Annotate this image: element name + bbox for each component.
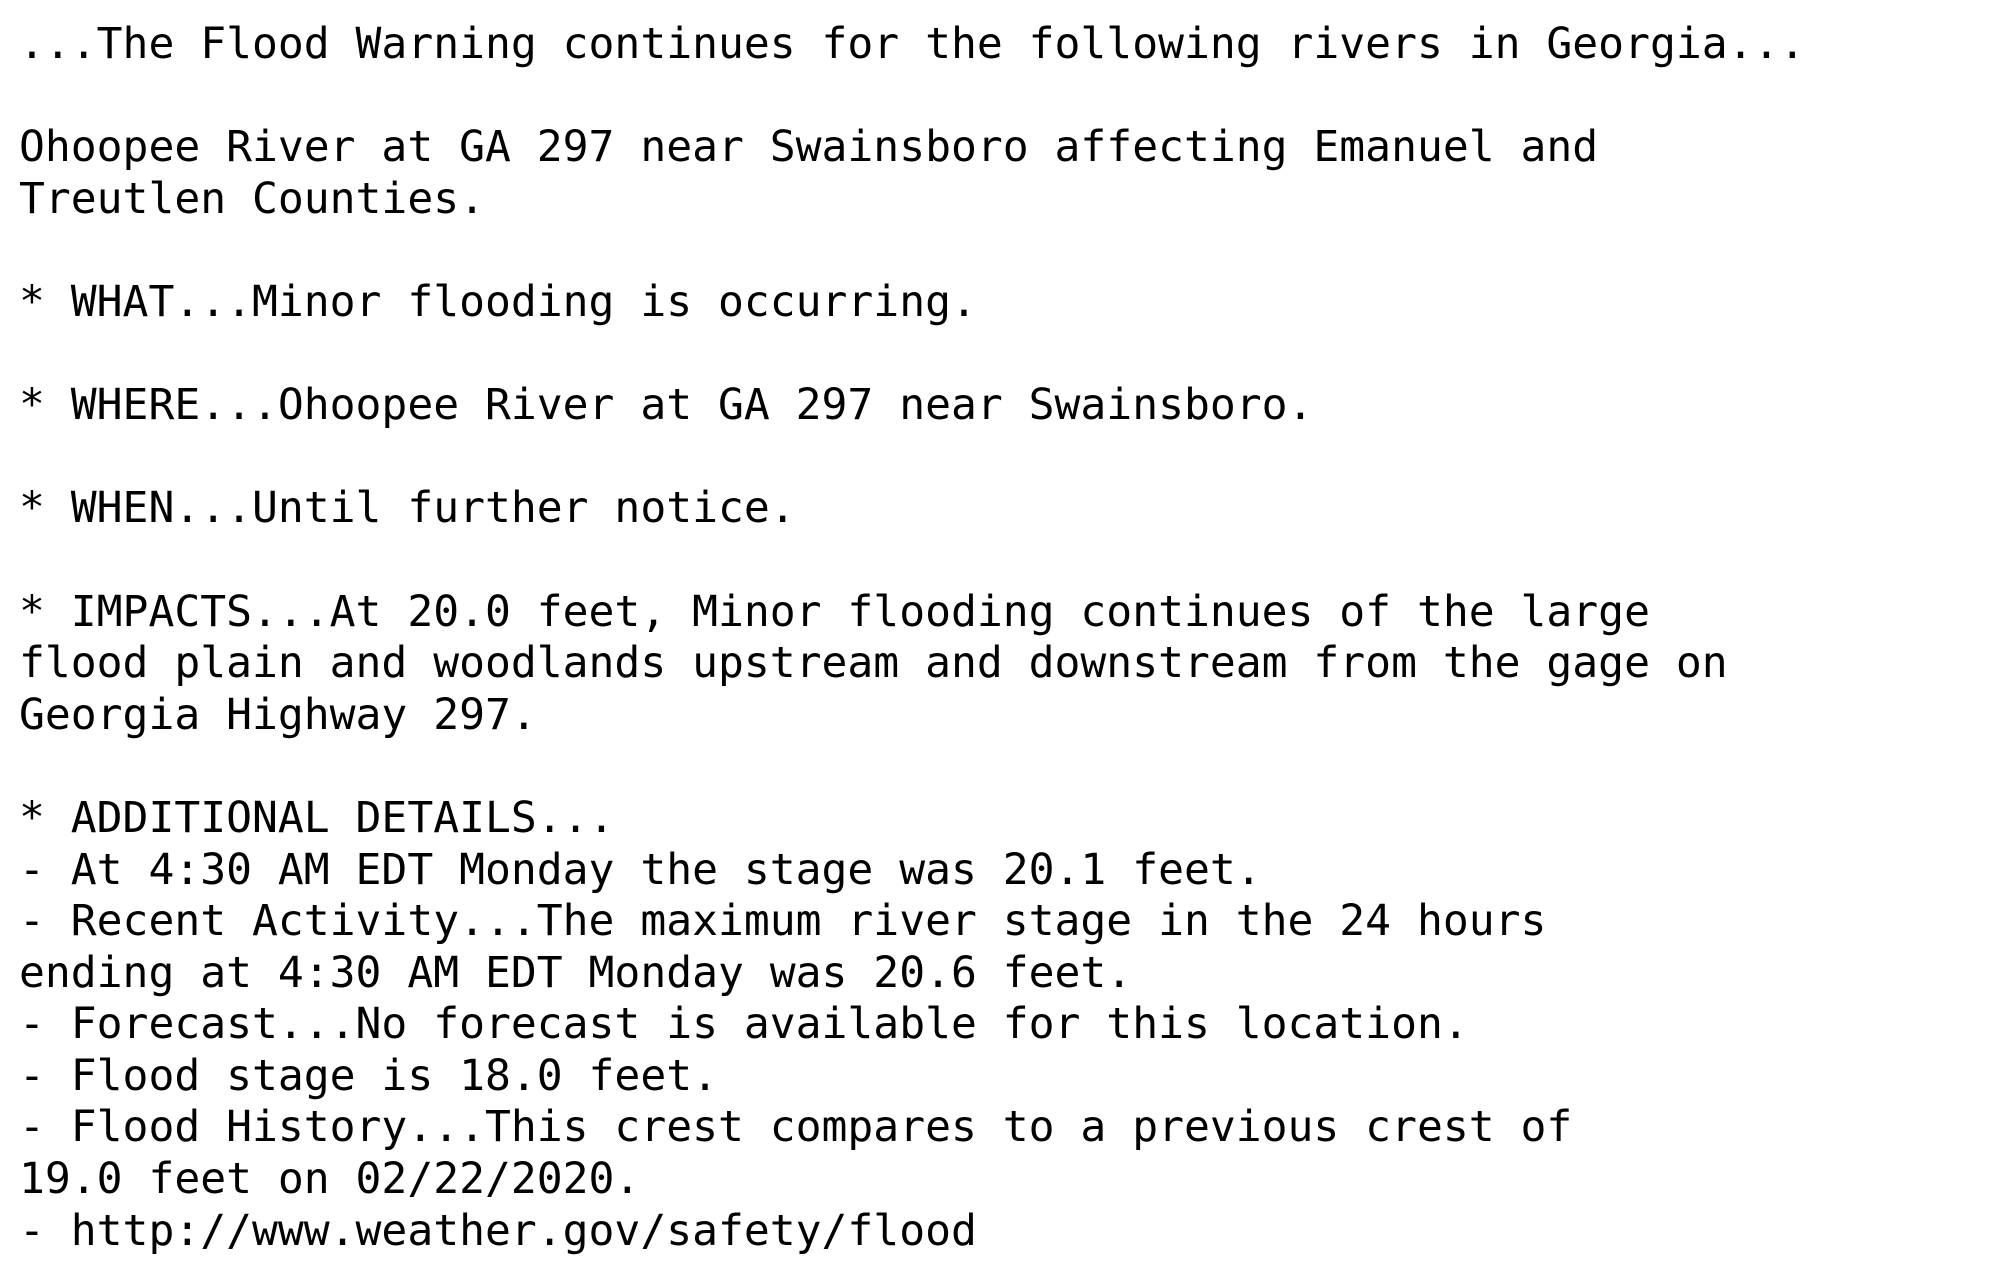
text-line: - Flood stage is 18.0 feet.: [19, 1050, 718, 1101]
text-line: * IMPACTS...At 20.0 feet, Minor flooding…: [19, 586, 1650, 637]
text-line: * ADDITIONAL DETAILS...: [19, 792, 615, 843]
text-line: [19, 535, 1805, 587]
text-line: - Forecast...No forecast is available fo…: [19, 999, 1469, 1050]
text-line: [19, 432, 1805, 484]
text-line: 19.0 feet on 02/22/2020.: [19, 1154, 641, 1205]
text-line: [19, 329, 1805, 381]
flood-warning-text: ...The Flood Warning continues for the f…: [19, 19, 1805, 1257]
text-line: [19, 741, 1805, 793]
text-line: * WHEN...Until further notice.: [19, 483, 796, 534]
text-line: - Flood History...This crest compares to…: [19, 1102, 1573, 1153]
text-line: * WHERE...Ohoopee River at GA 297 near S…: [19, 380, 1314, 431]
text-line: - Recent Activity...The maximum river st…: [19, 896, 1547, 947]
text-line: [19, 225, 1805, 277]
text-line: ...The Flood Warning continues for the f…: [19, 19, 1806, 69]
text-line: * WHAT...Minor flooding is occurring.: [19, 276, 977, 327]
text-line: - At 4:30 AM EDT Monday the stage was 20…: [19, 844, 1262, 895]
text-line: - http://www.weather.gov/safety/flood: [19, 1205, 977, 1256]
text-line: Treutlen Counties.: [19, 173, 485, 224]
text-line: Ohoopee River at GA 297 near Swainsboro …: [19, 122, 1599, 173]
text-line: ending at 4:30 AM EDT Monday was 20.6 fe…: [19, 947, 1133, 998]
text-line: Georgia Highway 297.: [19, 689, 537, 740]
text-line: flood plain and woodlands upstream and d…: [19, 638, 1728, 689]
text-line: [19, 71, 1805, 123]
